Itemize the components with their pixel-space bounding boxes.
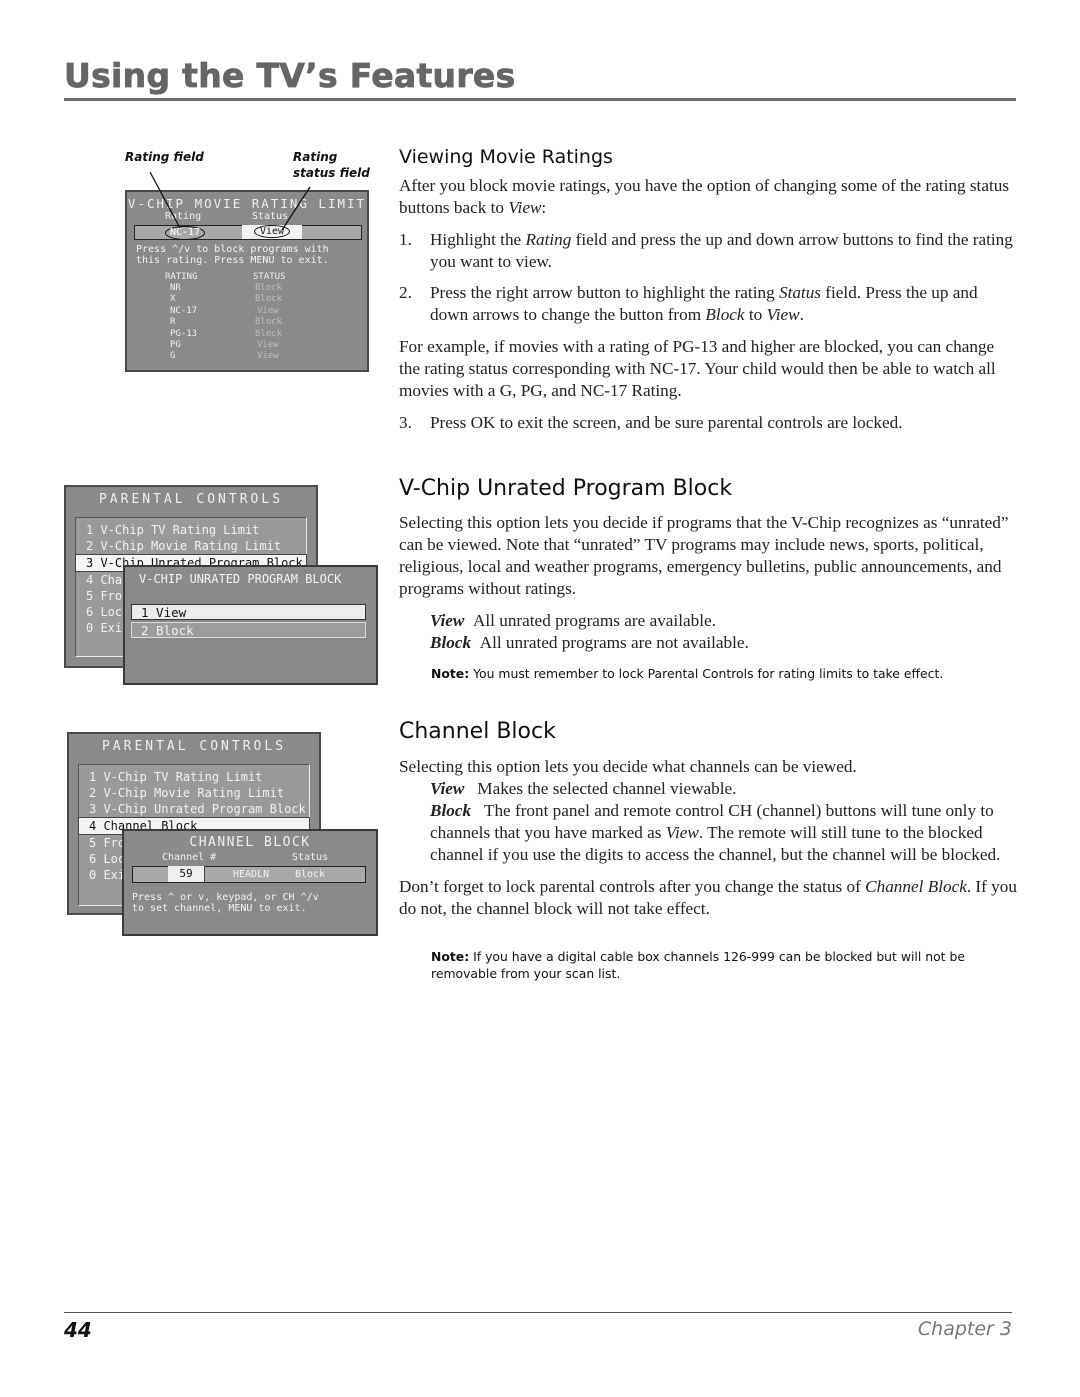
step-2: 2. Press the right arrow button to highl… <box>399 283 978 324</box>
note-lock-parental-controls: Note: You must remember to lock Parental… <box>431 666 944 681</box>
channel-block-intro: Selecting this option lets you decide wh… <box>399 757 857 776</box>
menu-item[interactable]: 3 V-Chip Unrated Program Block <box>79 801 309 817</box>
table-header-status: STATUS <box>253 271 286 282</box>
unrated-definitions: View All unrated programs are available.… <box>430 610 1019 654</box>
rating-value: X <box>170 294 176 305</box>
instructions-line-1: Press ^/v to block programs with <box>136 243 329 255</box>
step-1: 1. Highlight the Rating field and press … <box>399 230 1013 271</box>
instructions-line-2: to set channel, MENU to exit. <box>132 903 307 914</box>
rating-value: NC-17 <box>170 305 198 316</box>
section-viewing-movie-ratings: After you block movie ratings, you have … <box>399 175 1017 434</box>
section-channel-block: Selecting this option lets you decide wh… <box>399 756 1019 920</box>
channel-row: 59 HEADLN Block <box>132 865 366 883</box>
channel-block-definitions: View Makes the selected channel viewable… <box>430 778 1019 866</box>
status-value: View <box>257 339 279 350</box>
instructions-line-1: Press ^ or v, keypad, or CH ^/v <box>132 891 319 903</box>
callout-line-rating <box>149 171 181 229</box>
intro-paragraph: After you block movie ratings, you have … <box>399 176 1010 217</box>
footer-divider <box>64 1312 1012 1313</box>
status-value: Block <box>255 294 283 305</box>
rating-table-row: PG-13 Block <box>165 329 367 340</box>
menu-item[interactable]: 1 V-Chip TV Rating Limit <box>79 769 309 785</box>
note-digital-cable-box: Note: If you have a digital cable box ch… <box>431 949 965 981</box>
rating-table-row: NC-17 View <box>165 306 367 317</box>
status-value: View <box>257 351 279 362</box>
page-number: 44 <box>64 1318 92 1342</box>
section-unrated-program-block: Selecting this option lets you decide if… <box>399 512 1019 654</box>
menu-title: PARENTAL CONTROLS <box>101 739 287 754</box>
def-view: View All unrated programs are available. <box>430 611 716 630</box>
instructions-line-2: this rating. Press MENU to exit. <box>136 255 329 266</box>
def-block: Block All unrated programs are not avail… <box>430 633 749 652</box>
rating-value: PG-13 <box>170 328 198 339</box>
rating-value: NR <box>170 282 181 293</box>
page-title: Using the TV’s Features <box>64 56 516 96</box>
ratings-table: RATING STATUS NR Block X Block NC-17 View R Blo… <box>165 272 367 363</box>
def-block: Block The front panel and remote control… <box>430 801 1001 864</box>
menu-item[interactable]: 2 V-Chip Movie Rating Limit <box>79 785 309 801</box>
menu-title: PARENTAL CONTROLS <box>98 492 284 507</box>
rating-table-row: R Block <box>165 317 367 328</box>
unrated-program-block-screen: V-CHIP UNRATED PROGRAM BLOCK 1 View 2 Blo… <box>123 565 378 685</box>
channel-name: HEADLN <box>233 868 270 880</box>
submenu-title: CHANNEL BLOCK <box>189 835 311 850</box>
rating-table-row: G View <box>165 351 367 362</box>
status-value: Block <box>255 282 283 293</box>
rating-table-row: NR Block <box>165 283 367 294</box>
status-value: Block <box>255 317 283 328</box>
callout-lines <box>149 171 311 231</box>
rating-table-row: X Block <box>165 294 367 305</box>
rating-value: R <box>170 317 176 328</box>
channel-status-field[interactable]: Block <box>295 868 325 881</box>
submenu-option[interactable]: 1 View <box>131 604 366 620</box>
def-view: View Makes the selected channel viewable… <box>430 779 737 798</box>
submenu-options: 1 View 2 Block <box>131 604 366 638</box>
submenu-title: V-CHIP UNRATED PROGRAM BLOCK <box>139 572 342 586</box>
section-heading-unrated-program-block: V-Chip Unrated Program Block <box>399 476 733 501</box>
step-3: 3. Press OK to exit the screen, and be s… <box>399 413 903 432</box>
channel-block-screen: CHANNEL BLOCK Channel # Status 59 HEADLN… <box>122 829 378 936</box>
section-heading-viewing-movie-ratings: Viewing Movie Ratings <box>399 146 613 168</box>
rating-table-row: PG View <box>165 340 367 351</box>
callout-line-status <box>281 186 311 231</box>
section-heading-channel-block: Channel Block <box>399 719 556 744</box>
submenu-option[interactable]: 2 Block <box>131 622 366 638</box>
rating-value: G <box>170 351 176 362</box>
menu-item[interactable]: 2 V-Chip Movie Rating Limit <box>76 538 306 554</box>
table-header-rating: RATING <box>165 271 198 282</box>
status-value: Block <box>255 328 283 339</box>
col-label-status: Status <box>292 852 329 863</box>
rating-value: PG <box>170 339 181 350</box>
channel-number-field[interactable]: 59 <box>168 865 205 882</box>
unrated-description: Selecting this option lets you decide if… <box>399 513 1009 598</box>
chapter-label: Chapter 3 <box>917 1318 1012 1340</box>
col-label-channel: Channel # <box>162 852 217 863</box>
title-divider <box>64 98 1016 101</box>
channel-block-reminder: Don’t forget to lock parental controls a… <box>399 877 1017 918</box>
status-value: View <box>257 305 279 316</box>
menu-item[interactable]: 1 V-Chip TV Rating Limit <box>76 522 306 538</box>
example-paragraph: For example, if movies with a rating of … <box>399 337 996 400</box>
